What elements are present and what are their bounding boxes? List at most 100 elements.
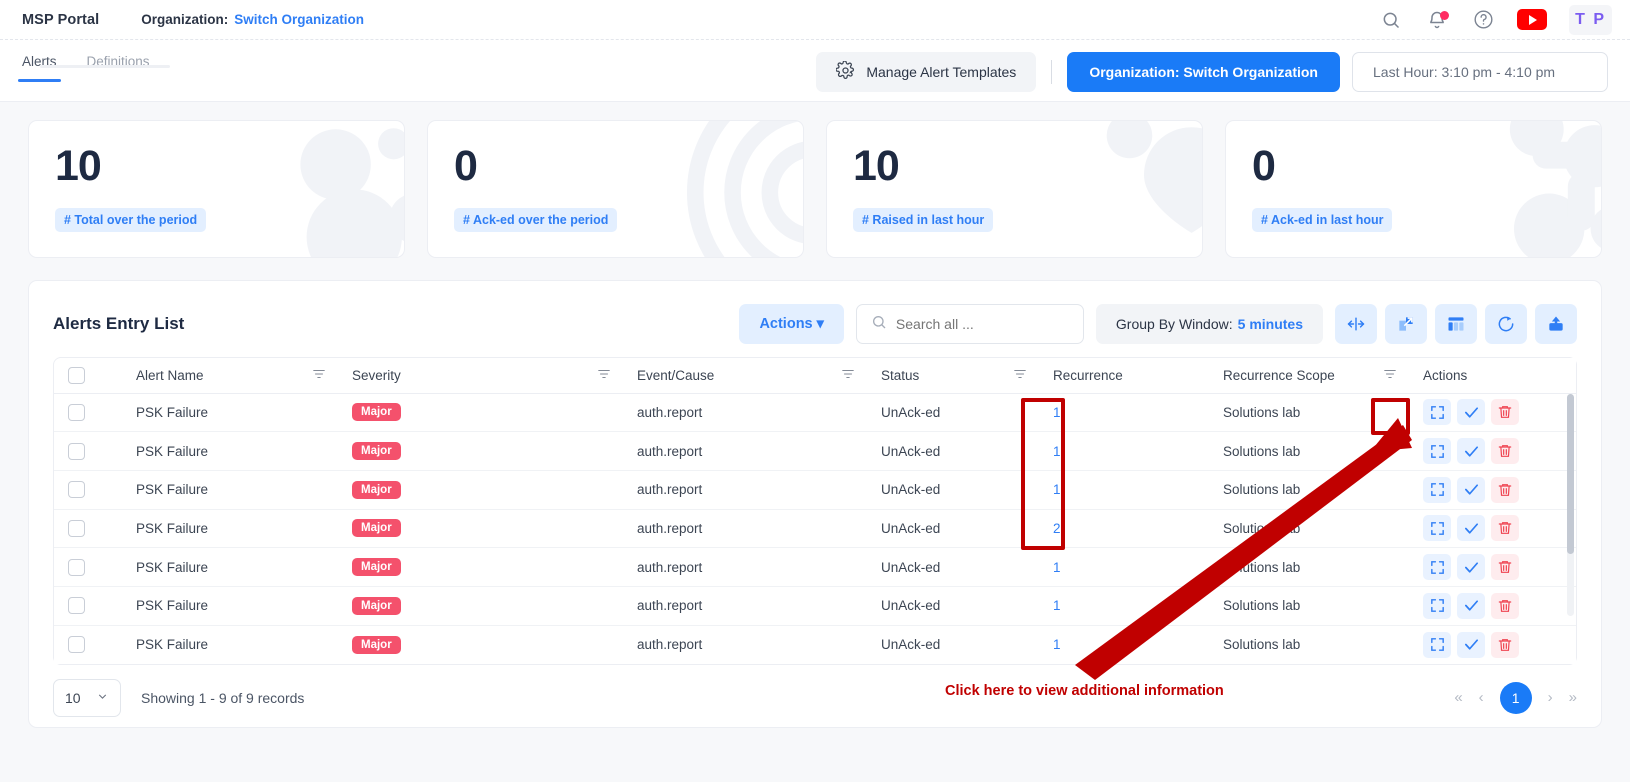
delete-trash-icon[interactable]: [1491, 515, 1519, 541]
fit-width-icon[interactable]: [1335, 304, 1377, 344]
panel-header: Alerts Entry List Actions ▾ Group By Win: [53, 301, 1577, 347]
column-severity[interactable]: Severity: [338, 358, 623, 393]
row-checkbox[interactable]: [68, 597, 85, 614]
expand-icon[interactable]: [1423, 438, 1451, 464]
row-checkbox[interactable]: [68, 404, 85, 421]
cell-recurrence-scope: Solutions lab: [1209, 548, 1409, 587]
cell-recurrence-scope: Solutions lab: [1209, 586, 1409, 625]
pagination-first[interactable]: «: [1454, 689, 1462, 706]
cell-status: UnAck-ed: [867, 509, 1039, 548]
cell-recurrence: 1: [1039, 586, 1209, 625]
filter-icon[interactable]: [312, 367, 326, 384]
delete-trash-icon[interactable]: [1491, 554, 1519, 580]
recurrence-link[interactable]: 1: [1053, 482, 1061, 497]
row-checkbox[interactable]: [68, 443, 85, 460]
pagination-page-1[interactable]: 1: [1500, 682, 1532, 714]
notification-bell-icon[interactable]: [1425, 8, 1449, 32]
delete-trash-icon[interactable]: [1491, 632, 1519, 658]
acknowledge-check-icon[interactable]: [1457, 399, 1485, 425]
recurrence-link[interactable]: 1: [1053, 598, 1061, 613]
help-icon[interactable]: [1471, 8, 1495, 32]
row-checkbox[interactable]: [68, 559, 85, 576]
filter-icon[interactable]: [597, 367, 611, 384]
filter-icon[interactable]: [841, 367, 855, 384]
records-summary: Showing 1 - 9 of 9 records: [141, 690, 304, 706]
table-footer: 10 Showing 1 - 9 of 9 records « ‹ 1 › »: [53, 679, 1577, 717]
kpi-card-acked-over-period: 0 # Ack-ed over the period: [427, 120, 804, 258]
severity-badge: Major: [352, 597, 401, 615]
manage-alert-templates-button[interactable]: Manage Alert Templates: [816, 52, 1036, 92]
row-checkbox[interactable]: [68, 520, 85, 537]
column-actions: Actions: [1409, 358, 1576, 393]
expand-icon[interactable]: [1423, 632, 1451, 658]
cell-alert-name: PSK Failure: [122, 470, 338, 509]
column-recurrence[interactable]: Recurrence: [1039, 358, 1209, 393]
acknowledge-check-icon[interactable]: [1457, 477, 1485, 503]
column-event-cause[interactable]: Event/Cause: [623, 358, 867, 393]
select-all-checkbox[interactable]: [68, 367, 85, 384]
pagination-last[interactable]: »: [1569, 689, 1577, 706]
upload-icon[interactable]: [1535, 304, 1577, 344]
column-status[interactable]: Status: [867, 358, 1039, 393]
actions-dropdown-button[interactable]: Actions ▾: [739, 304, 843, 344]
acknowledge-check-icon[interactable]: [1457, 554, 1485, 580]
tab-alerts[interactable]: Alerts: [22, 54, 57, 82]
pagination-next[interactable]: ›: [1548, 689, 1553, 706]
column-recurrence-scope[interactable]: Recurrence Scope: [1209, 358, 1409, 393]
table-row[interactable]: PSK FailureMajorauth.reportUnAck-ed1Solu…: [54, 393, 1576, 432]
delete-trash-icon[interactable]: [1491, 438, 1519, 464]
row-checkbox[interactable]: [68, 636, 85, 653]
filter-icon[interactable]: [1383, 367, 1397, 384]
delete-trash-icon[interactable]: [1491, 593, 1519, 619]
acknowledge-check-icon[interactable]: [1457, 593, 1485, 619]
cell-alert-name: PSK Failure: [122, 586, 338, 625]
search-input-wrapper[interactable]: [856, 304, 1084, 344]
expand-icon[interactable]: [1423, 399, 1451, 425]
acknowledge-check-icon[interactable]: [1457, 438, 1485, 464]
cell-event-cause: auth.report: [623, 432, 867, 471]
expand-icon[interactable]: [1423, 515, 1451, 541]
table-row[interactable]: PSK FailureMajorauth.reportUnAck-ed1Solu…: [54, 470, 1576, 509]
tab-definitions[interactable]: Definitions: [87, 54, 150, 82]
filter-icon[interactable]: [1013, 367, 1027, 384]
table-row[interactable]: PSK FailureMajorauth.reportUnAck-ed1Solu…: [54, 432, 1576, 471]
recurrence-link[interactable]: 1: [1053, 560, 1061, 575]
switch-organization-link[interactable]: Switch Organization: [234, 12, 364, 27]
refresh-icon[interactable]: [1485, 304, 1527, 344]
expand-icon[interactable]: [1423, 477, 1451, 503]
search-icon[interactable]: [1379, 8, 1403, 32]
table-row[interactable]: PSK FailureMajorauth.reportUnAck-ed1Solu…: [54, 548, 1576, 587]
columns-icon[interactable]: [1435, 304, 1477, 344]
expand-icon[interactable]: [1423, 554, 1451, 580]
gear-icon: [836, 61, 855, 83]
expand-icon[interactable]: [1423, 593, 1451, 619]
table-row[interactable]: PSK FailureMajorauth.reportUnAck-ed1Solu…: [54, 625, 1576, 664]
expand-external-icon[interactable]: [1385, 304, 1427, 344]
row-checkbox[interactable]: [68, 481, 85, 498]
recurrence-link[interactable]: 2: [1053, 521, 1061, 536]
delete-trash-icon[interactable]: [1491, 477, 1519, 503]
acknowledge-check-icon[interactable]: [1457, 515, 1485, 541]
cell-severity: Major: [338, 548, 623, 587]
group-by-window-selector[interactable]: Group By Window: 5 minutes: [1096, 304, 1323, 344]
table-vertical-scrollbar[interactable]: [1567, 394, 1574, 616]
recurrence-link[interactable]: 1: [1053, 444, 1061, 459]
recurrence-link[interactable]: 1: [1053, 405, 1061, 420]
search-input[interactable]: [896, 316, 1069, 332]
table-row[interactable]: PSK FailureMajorauth.reportUnAck-ed1Solu…: [54, 586, 1576, 625]
column-alert-name[interactable]: Alert Name: [122, 358, 338, 393]
chevron-down-icon: ▾: [817, 316, 824, 332]
youtube-icon[interactable]: [1517, 9, 1547, 30]
recurrence-link[interactable]: 1: [1053, 637, 1061, 652]
pagination-prev[interactable]: ‹: [1479, 689, 1484, 706]
user-avatar[interactable]: T P: [1569, 5, 1612, 35]
acknowledge-check-icon[interactable]: [1457, 632, 1485, 658]
page-size-select[interactable]: 10: [53, 679, 121, 717]
group-by-value: 5 minutes: [1238, 316, 1303, 332]
table-row[interactable]: PSK FailureMajorauth.reportUnAck-ed2Solu…: [54, 509, 1576, 548]
cell-actions: [1409, 432, 1576, 471]
column-label: Alert Name: [136, 368, 204, 383]
time-range-picker[interactable]: Last Hour: 3:10 pm - 4:10 pm: [1352, 52, 1608, 92]
organization-switch-button[interactable]: Organization: Switch Organization: [1067, 52, 1340, 92]
delete-trash-icon[interactable]: [1491, 399, 1519, 425]
